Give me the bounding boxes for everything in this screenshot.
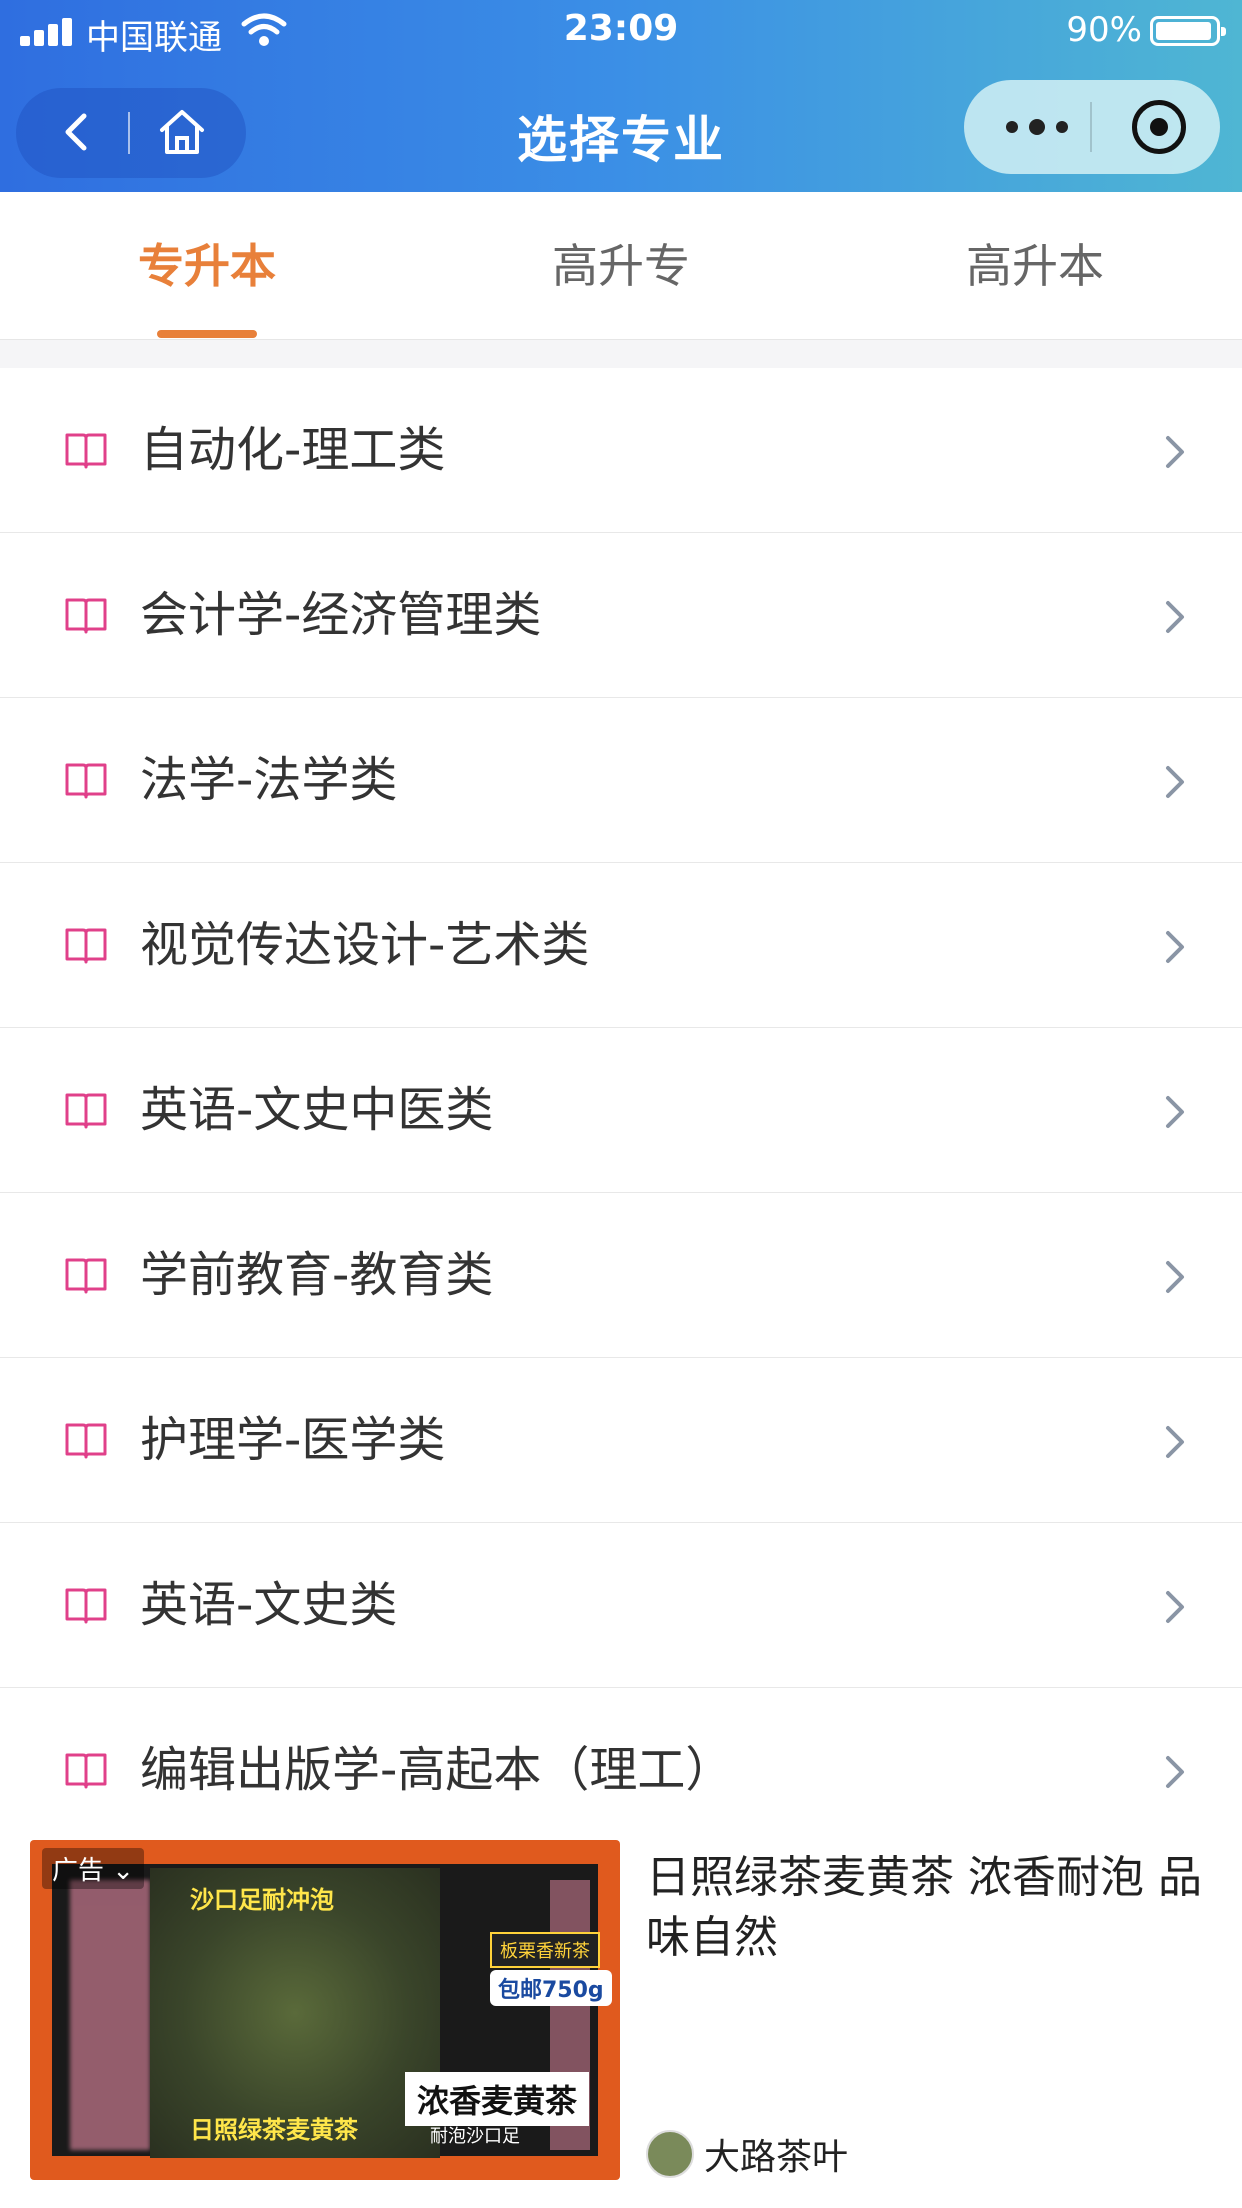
chevron-right-icon	[1166, 931, 1184, 963]
chevron-right-icon	[1166, 1426, 1184, 1458]
list-item-label: 英语-文史类	[140, 1577, 398, 1633]
list-item-label: 自动化-理工类	[140, 422, 446, 478]
list-item-label: 英语-文史中医类	[140, 1082, 494, 1138]
clock: 23:09	[563, 8, 679, 49]
status-bar: 中国联通 23:09 90%	[0, 0, 1242, 62]
ad-caption-top: 沙口足耐冲泡	[190, 1885, 334, 1914]
ad-image-blur-left	[70, 1880, 150, 2150]
list-item-label: 会计学-经济管理类	[140, 587, 542, 643]
list-item-label: 视觉传达设计-艺术类	[140, 917, 590, 973]
chevron-right-icon	[1166, 601, 1184, 633]
battery-icon	[1150, 16, 1226, 46]
book-icon	[65, 598, 107, 634]
list-item[interactable]: 英语-文史中医类	[0, 1028, 1242, 1193]
list-item[interactable]: 护理学-医学类	[0, 1358, 1242, 1523]
list-item-label: 学前教育-教育类	[140, 1247, 494, 1303]
capsule-divider	[1090, 102, 1092, 152]
list-item[interactable]: 视觉传达设计-艺术类	[0, 863, 1242, 1028]
ad-badge-flavor: 板栗香新茶	[490, 1932, 600, 1968]
book-icon	[65, 928, 107, 964]
active-tab-indicator	[157, 330, 257, 338]
book-icon	[65, 1588, 107, 1624]
list-item[interactable]: 自动化-理工类	[0, 368, 1242, 533]
book-icon	[65, 1423, 107, 1459]
ad-badge-shipping: 包邮750g	[490, 1970, 612, 2006]
book-icon	[65, 1258, 107, 1294]
chevron-right-icon	[1166, 1096, 1184, 1128]
list-item[interactable]: 英语-文史类	[0, 1523, 1242, 1688]
book-icon	[65, 1093, 107, 1129]
book-icon	[65, 763, 107, 799]
list-item[interactable]: 学前教育-教育类	[0, 1193, 1242, 1358]
more-icon[interactable]	[994, 80, 1084, 174]
chevron-right-icon	[1166, 436, 1184, 468]
ad-caption-foot: 耐泡沙口足	[430, 2126, 520, 2147]
chevron-right-icon	[1166, 766, 1184, 798]
list-item-label: 法学-法学类	[140, 752, 398, 808]
book-icon	[65, 433, 107, 469]
avatar	[646, 2130, 694, 2178]
book-icon	[65, 1753, 107, 1789]
header: 中国联通 23:09 90% 选择专业	[0, 0, 1242, 192]
list-item[interactable]: 编辑出版学-高起本（理工）	[0, 1688, 1242, 1853]
list-item[interactable]: 法学-法学类	[0, 698, 1242, 863]
list-item[interactable]: 会计学-经济管理类	[0, 533, 1242, 698]
chevron-right-icon	[1166, 1261, 1184, 1293]
list-item-label: 护理学-医学类	[140, 1412, 446, 1468]
miniprogram-capsule	[964, 80, 1220, 174]
ad-image[interactable]: 沙口足耐冲泡 板栗香新茶 包邮750g 浓香麦黄茶 耐泡沙口足 日照绿茶麦黄茶 …	[30, 1840, 620, 2180]
battery-percent: 90%	[1066, 10, 1142, 50]
ad-tag[interactable]: 广告 ⌄	[42, 1848, 145, 1889]
tab-zhuanshengben[interactable]: 专升本	[0, 192, 414, 340]
tab-gaoshengzhuan[interactable]: 高升专	[414, 192, 828, 340]
ad-brand-name[interactable]: 大路茶叶	[704, 2128, 848, 2180]
major-list: 自动化-理工类 会计学-经济管理类 法学-法学类 视觉传达设计-艺术类 英语-文…	[0, 368, 1242, 1853]
chevron-right-icon	[1166, 1591, 1184, 1623]
ad-title[interactable]: 日照绿茶麦黄茶 浓香耐泡 品味自然	[646, 1848, 1216, 1968]
ad-banner[interactable]: 沙口足耐冲泡 板栗香新茶 包邮750g 浓香麦黄茶 耐泡沙口足 日照绿茶麦黄茶 …	[0, 1840, 1242, 2208]
chevron-right-icon	[1166, 1756, 1184, 1788]
list-item-label: 编辑出版学-高起本（理工）	[140, 1742, 734, 1798]
close-target-icon[interactable]	[1132, 100, 1186, 154]
tab-bar: 专升本 高升专 高升本	[0, 192, 1242, 340]
ad-headline-label: 浓香麦黄茶	[405, 2072, 590, 2126]
tab-gaoshengben[interactable]: 高升本	[828, 192, 1242, 340]
ad-caption-bottom: 日照绿茶麦黄茶	[190, 2115, 358, 2144]
